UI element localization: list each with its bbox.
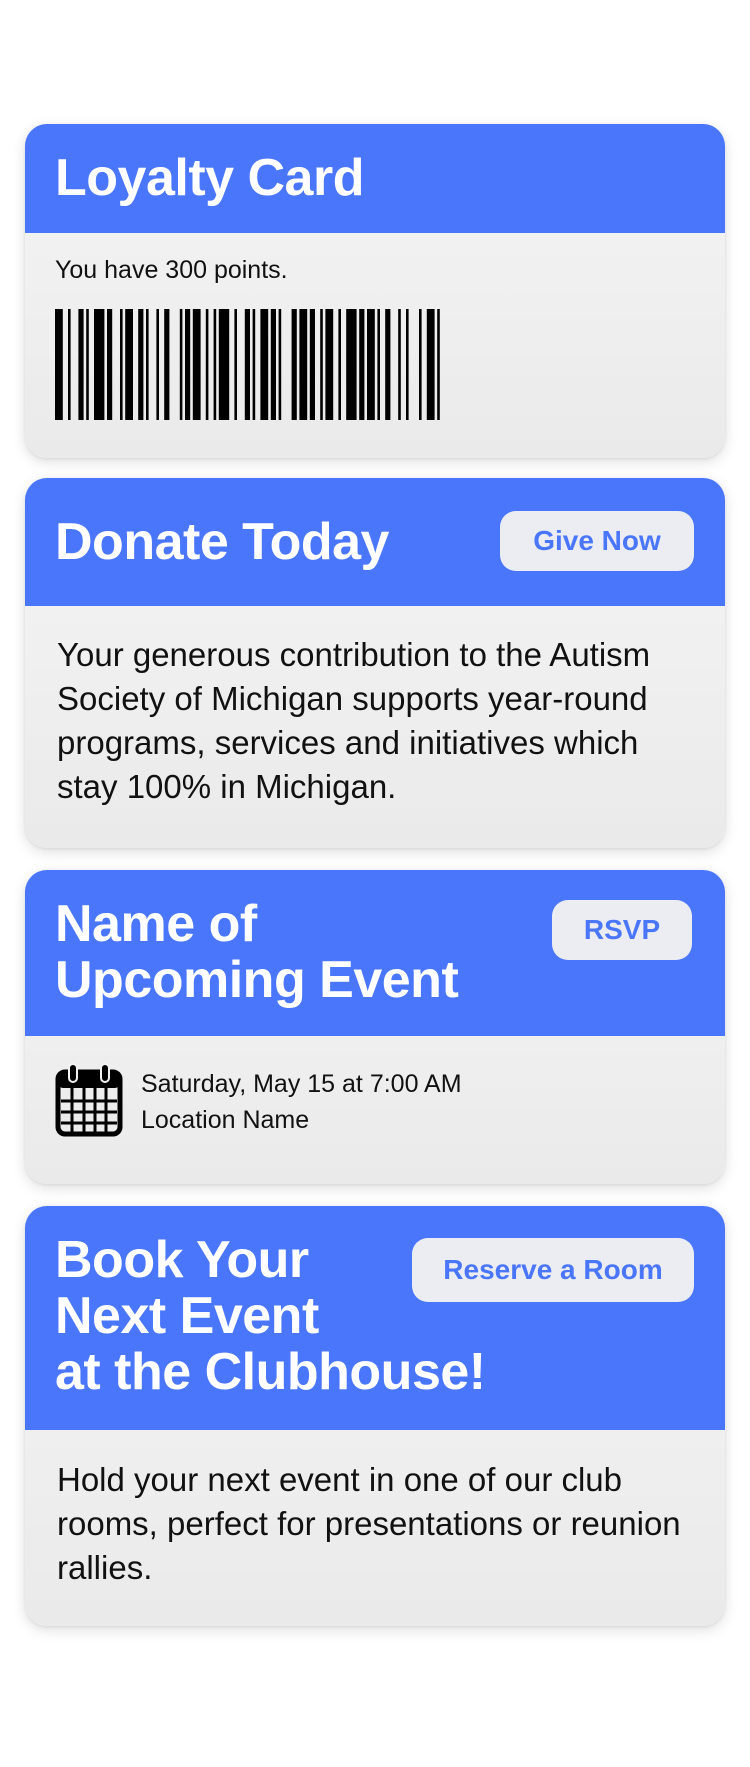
reserve-room-button[interactable]: Reserve a Room (412, 1238, 694, 1302)
barcode-bar (309, 309, 315, 420)
book-title-line3: at the Clubhouse! (55, 1343, 486, 1401)
barcode-bar (346, 309, 357, 420)
book-card-header: Book Your Next Event at the Clubhouse! R… (25, 1206, 725, 1430)
barcode-bar (86, 309, 89, 420)
loyalty-card: Loyalty Card You have 300 points. (25, 124, 725, 458)
barcode-bar (213, 309, 217, 420)
event-date: Saturday, May 15 at 7:00 AM (141, 1070, 462, 1098)
barcode-bar (164, 309, 170, 420)
upcoming-event-card: Name of Upcoming Event RSVP Saturday, Ma… (25, 870, 725, 1184)
barcode-bar (68, 309, 71, 420)
barcode-bar (55, 309, 63, 420)
barcode-bar (377, 309, 380, 420)
barcode-bar (94, 309, 105, 420)
barcode-bar (338, 309, 341, 420)
book-title-line1: Book Your (55, 1231, 309, 1289)
barcode-bar (359, 309, 365, 420)
barcode-bar (125, 309, 133, 420)
barcode-bar (78, 309, 84, 420)
points-text: You have 300 points. (55, 256, 288, 284)
barcode-bar (437, 309, 440, 420)
event-card-header: Name of Upcoming Event RSVP (25, 870, 725, 1036)
barcode-bar (244, 309, 250, 420)
barcode-bar (120, 309, 123, 420)
barcode-bar (146, 309, 149, 420)
barcode-bar (385, 309, 391, 420)
book-clubhouse-card: Book Your Next Event at the Clubhouse! R… (25, 1206, 725, 1626)
barcode-bar (185, 309, 191, 420)
barcode-bar (156, 309, 159, 420)
event-location: Location Name (141, 1106, 310, 1134)
event-title-line2: Upcoming Event (55, 951, 459, 1009)
loyalty-card-header: Loyalty Card (25, 124, 725, 233)
barcode-bar (179, 309, 183, 420)
event-title-line1: Name of (55, 895, 257, 953)
calendar-icon (55, 1063, 123, 1137)
donate-card-header: Donate Today Give Now (25, 478, 725, 606)
barcode (55, 309, 440, 420)
barcode-bar (291, 309, 297, 420)
barcode-bar (299, 309, 308, 420)
barcode-bar (426, 309, 435, 420)
donate-card: Donate Today Give Now Your generous cont… (25, 478, 725, 848)
barcode-bar (278, 309, 282, 420)
donate-card-title: Donate Today (55, 513, 389, 571)
give-now-button[interactable]: Give Now (500, 511, 694, 571)
rsvp-button[interactable]: RSVP (552, 900, 692, 960)
book-description: Hold your next event in one of our club … (57, 1461, 681, 1586)
barcode-bar (218, 309, 230, 420)
barcode-bar (367, 309, 375, 420)
barcode-bar (192, 309, 201, 420)
donate-description: Your generous contribution to the Autism… (57, 636, 651, 805)
barcode-bar (406, 309, 409, 420)
barcode-bar (398, 309, 401, 420)
barcode-bar (260, 309, 269, 420)
loyalty-card-title: Loyalty Card (55, 149, 364, 207)
barcode-bar (419, 309, 422, 420)
barcode-bar (107, 309, 113, 420)
event-card-title: Name of Upcoming Event (55, 895, 459, 1009)
barcode-bar (320, 309, 323, 420)
barcode-bar (252, 309, 256, 420)
barcode-bar (270, 309, 276, 420)
barcode-bar (325, 309, 334, 420)
barcode-bar (138, 309, 144, 420)
book-title-line2: Next Event (55, 1287, 319, 1345)
barcode-bar (234, 309, 237, 420)
barcode-bar (205, 309, 209, 420)
